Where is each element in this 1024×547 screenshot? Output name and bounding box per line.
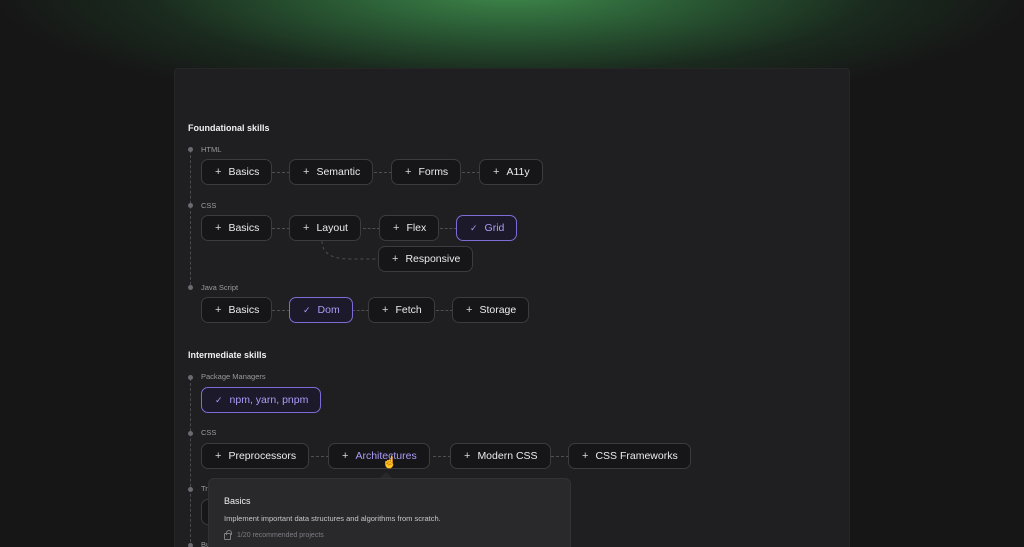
- connector: [551, 456, 569, 457]
- plus-icon: +: [215, 450, 222, 462]
- skill-chip-preprocessors[interactable]: + Preprocessors: [201, 443, 310, 469]
- timeline-dot: [188, 285, 193, 290]
- check-icon: ✓: [303, 304, 311, 315]
- plus-icon: +: [493, 166, 500, 178]
- skill-chip-css-grid[interactable]: ✓ Grid: [456, 215, 518, 241]
- plus-icon: +: [303, 166, 310, 178]
- connector: [272, 172, 290, 173]
- skill-chip-css-layout[interactable]: + Layout: [289, 215, 361, 241]
- timeline-line: [190, 150, 191, 290]
- check-icon: ✓: [470, 222, 478, 233]
- branch-connector: [321, 241, 380, 260]
- plus-icon: +: [342, 450, 349, 462]
- timeline-dot: [188, 543, 193, 547]
- skill-chip-js-fetch[interactable]: + Fetch: [368, 297, 435, 323]
- skill-chip-modern-css[interactable]: + Modern CSS: [450, 443, 551, 469]
- group-label-css: CSS: [201, 201, 217, 210]
- skill-chip-html-a11y[interactable]: + A11y: [479, 159, 543, 185]
- group-label-partial: Tr: [201, 484, 208, 493]
- skill-chip-js-dom[interactable]: ✓ Dom: [289, 297, 353, 323]
- connector: [436, 310, 453, 311]
- hand-cursor-icon: ☝: [382, 455, 397, 469]
- tooltip-meta: 1/20 recommended projects: [224, 530, 324, 540]
- connector: [433, 456, 451, 457]
- skill-chip-css-frameworks[interactable]: + CSS Frameworks: [568, 443, 691, 469]
- plus-icon: +: [464, 450, 471, 462]
- timeline-dot: [188, 431, 193, 436]
- skill-tooltip: Basics Implement important data structur…: [208, 478, 571, 547]
- timeline-line: [190, 378, 191, 547]
- group-label-css-intermediate: CSS: [201, 428, 217, 437]
- plus-icon: +: [382, 304, 389, 316]
- skill-chip-npm-yarn-pnpm[interactable]: ✓ npm, yarn, pnpm: [201, 387, 322, 413]
- plus-icon: +: [215, 304, 222, 316]
- section-title-intermediate: Intermediate skills: [188, 350, 267, 360]
- plus-icon: +: [393, 222, 400, 234]
- group-label-js: Java Script: [201, 283, 239, 292]
- skill-chip-html-basics[interactable]: + Basics: [201, 159, 273, 185]
- plus-icon: +: [215, 166, 222, 178]
- connector: [352, 310, 369, 311]
- skill-chip-html-semantic[interactable]: + Semantic: [289, 159, 374, 185]
- lock-icon: [224, 530, 232, 540]
- connector: [462, 172, 480, 173]
- connector: [374, 172, 392, 173]
- skill-chip-js-basics[interactable]: + Basics: [201, 297, 273, 323]
- skill-chip-css-responsive[interactable]: + Responsive: [378, 246, 474, 272]
- plus-icon: +: [466, 304, 473, 316]
- section-title-foundational: Foundational skills: [188, 123, 270, 133]
- check-icon: ✓: [215, 394, 223, 405]
- plus-icon: +: [215, 222, 222, 234]
- group-label-package-managers: Package Managers: [201, 372, 266, 381]
- skill-chip-css-basics[interactable]: + Basics: [201, 215, 273, 241]
- skill-chip-architectures[interactable]: + Architectures: [328, 443, 430, 469]
- plus-icon: +: [303, 222, 310, 234]
- connector: [363, 228, 380, 229]
- plus-icon: +: [582, 450, 589, 462]
- tooltip-projects-count: 1/20 recommended projects: [237, 532, 324, 539]
- skill-chip-css-flex[interactable]: + Flex: [379, 215, 440, 241]
- connector: [311, 456, 329, 457]
- tooltip-description: Implement important data structures and …: [224, 514, 441, 523]
- timeline-dot: [188, 147, 193, 152]
- connector: [272, 228, 290, 229]
- connector: [440, 228, 457, 229]
- skill-chip-js-storage[interactable]: + Storage: [452, 297, 530, 323]
- skill-chip-html-forms[interactable]: + Forms: [391, 159, 462, 185]
- timeline-dot: [188, 203, 193, 208]
- plus-icon: +: [405, 166, 412, 178]
- timeline-dot: [188, 375, 193, 380]
- plus-icon: +: [392, 253, 399, 265]
- connector: [272, 310, 290, 311]
- tooltip-title: Basics: [224, 496, 251, 506]
- group-label-html: HTML: [201, 145, 222, 154]
- timeline-dot: [188, 487, 193, 492]
